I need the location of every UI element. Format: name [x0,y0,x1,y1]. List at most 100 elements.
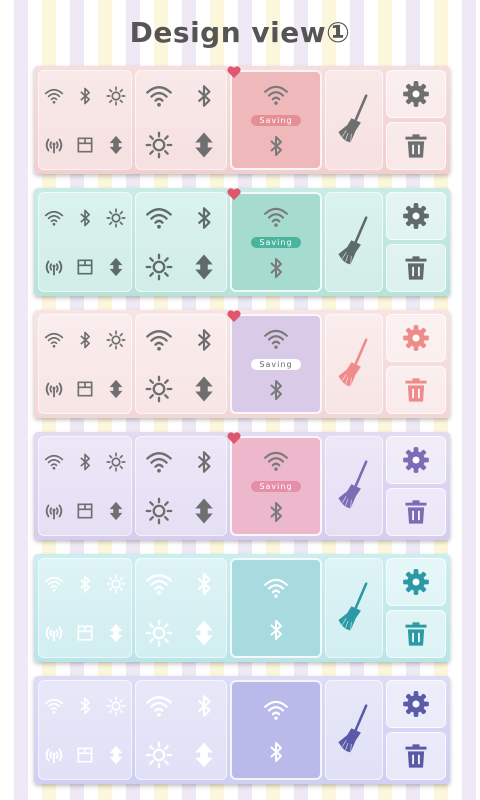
power-saving-tile[interactable]: Saving [227,310,322,414]
trash-icon [402,254,430,282]
wifi-large-icon[interactable] [145,448,173,476]
brightness-toggle-icon[interactable] [106,85,126,106]
settings-button[interactable] [386,680,446,728]
sd-card-toggle-icon[interactable] [75,135,95,155]
small-toggle-grid [38,314,132,414]
mobile-data-toggle-icon[interactable] [43,622,65,644]
bluetooth-large-icon[interactable] [191,449,217,475]
brightness-toggle-icon[interactable] [106,695,126,716]
brightness-large-icon[interactable] [145,497,173,525]
sync-toggle-icon[interactable] [105,256,127,278]
memory-clean-tile[interactable] [325,558,383,658]
sd-card-toggle-icon[interactable] [75,379,95,399]
brightness-toggle-icon[interactable] [106,451,126,472]
bluetooth-toggle-icon[interactable] [75,574,95,594]
sync-large-icon[interactable] [189,496,219,526]
delete-button[interactable] [386,610,446,658]
sd-card-toggle-icon[interactable] [75,623,95,643]
bluetooth-large-icon[interactable] [191,83,217,109]
memory-clean-tile[interactable] [325,680,383,780]
settings-button[interactable] [386,314,446,362]
sync-toggle-icon[interactable] [105,744,127,766]
saving-bluetooth-icon[interactable] [264,500,288,524]
sync-toggle-icon[interactable] [105,378,127,400]
sync-toggle-icon[interactable] [105,134,127,156]
bluetooth-toggle-icon[interactable] [75,452,95,472]
brightness-large-icon[interactable] [145,131,173,159]
delete-button[interactable] [386,122,446,170]
wifi-toggle-icon[interactable] [44,86,64,106]
sync-toggle-icon[interactable] [105,500,127,522]
saving-wifi-icon[interactable] [263,575,289,601]
bluetooth-large-icon[interactable] [191,327,217,353]
mobile-data-toggle-icon[interactable] [43,500,65,522]
saving-wifi-icon[interactable] [263,82,289,108]
saving-bluetooth-icon[interactable] [264,256,288,280]
memory-clean-tile[interactable] [325,314,383,414]
settings-button[interactable] [386,192,446,240]
sd-card-toggle-icon[interactable] [75,745,95,765]
saving-wifi-icon[interactable] [263,326,289,352]
power-saving-tile[interactable] [230,680,322,780]
settings-button[interactable] [386,558,446,606]
trash-icon [402,132,430,160]
wifi-large-icon[interactable] [145,326,173,354]
sync-large-icon[interactable] [189,130,219,160]
power-saving-tile[interactable]: Saving [227,188,322,292]
wifi-toggle-icon[interactable] [44,208,64,228]
mobile-data-toggle-icon[interactable] [43,744,65,766]
small-toggle-grid [38,70,132,170]
delete-button[interactable] [386,488,446,536]
memory-clean-tile[interactable] [325,70,383,170]
wifi-toggle-icon[interactable] [44,452,64,472]
delete-button[interactable] [386,244,446,292]
sd-card-toggle-icon[interactable] [75,257,95,277]
sync-large-icon[interactable] [189,740,219,770]
brightness-toggle-icon[interactable] [106,329,126,350]
memory-clean-tile[interactable] [325,192,383,292]
bluetooth-toggle-icon[interactable] [75,208,95,228]
mobile-data-toggle-icon[interactable] [43,134,65,156]
saving-bluetooth-icon[interactable] [264,134,288,158]
bluetooth-large-icon[interactable] [191,693,217,719]
wifi-large-icon[interactable] [145,204,173,232]
brightness-large-icon[interactable] [145,741,173,769]
saving-bluetooth-icon[interactable] [264,378,288,402]
brightness-large-icon[interactable] [145,375,173,403]
bluetooth-large-icon[interactable] [191,205,217,231]
mobile-data-toggle-icon[interactable] [43,256,65,278]
saving-wifi-icon[interactable] [263,448,289,474]
power-saving-tile[interactable]: Saving [227,432,322,536]
wifi-toggle-icon[interactable] [44,696,64,716]
bluetooth-toggle-icon[interactable] [75,696,95,716]
sync-large-icon[interactable] [189,252,219,282]
bluetooth-large-icon[interactable] [191,571,217,597]
saving-bluetooth-icon[interactable] [264,740,288,764]
brightness-toggle-icon[interactable] [106,573,126,594]
delete-button[interactable] [386,732,446,780]
memory-clean-tile[interactable] [325,436,383,536]
power-saving-tile[interactable] [230,558,322,658]
settings-button[interactable] [386,436,446,484]
saving-bluetooth-icon[interactable] [264,618,288,642]
power-saving-tile[interactable]: Saving [227,66,322,170]
brightness-toggle-icon[interactable] [106,207,126,228]
wifi-toggle-icon[interactable] [44,574,64,594]
bluetooth-toggle-icon[interactable] [75,330,95,350]
settings-button[interactable] [386,70,446,118]
sync-large-icon[interactable] [189,618,219,648]
wifi-toggle-icon[interactable] [44,330,64,350]
saving-wifi-icon[interactable] [263,204,289,230]
sync-large-icon[interactable] [189,374,219,404]
saving-wifi-icon[interactable] [263,697,289,723]
wifi-large-icon[interactable] [145,692,173,720]
sync-toggle-icon[interactable] [105,622,127,644]
sd-card-toggle-icon[interactable] [75,501,95,521]
wifi-large-icon[interactable] [145,82,173,110]
wifi-large-icon[interactable] [145,570,173,598]
delete-button[interactable] [386,366,446,414]
bluetooth-toggle-icon[interactable] [75,86,95,106]
mobile-data-toggle-icon[interactable] [43,378,65,400]
brightness-large-icon[interactable] [145,619,173,647]
brightness-large-icon[interactable] [145,253,173,281]
